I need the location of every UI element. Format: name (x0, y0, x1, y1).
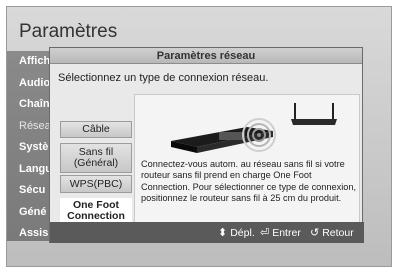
option-wps-pbc[interactable]: WPS(PBC) (60, 175, 132, 193)
info-panel: Connectez-vous autom. au réseau sans fil… (134, 94, 360, 224)
wireless-router-icon (291, 103, 337, 125)
option-cable-label: Câble (82, 123, 110, 135)
hint-return: ↺ Retour (310, 226, 354, 240)
info-text: Connectez-vous autom. au réseau sans fil… (141, 159, 357, 204)
enter-icon: ⏎ (260, 227, 270, 239)
bottom-hint-bar: ⬍ Dépl. ⏎ Entrer ↺ Retour (50, 222, 364, 243)
dialog-title: Paramètres réseau (50, 48, 362, 64)
return-icon: ↺ (310, 227, 320, 239)
hint-enter-label: Entrer (272, 226, 301, 239)
network-settings-dialog: Paramètres réseau Sélectionnez un type d… (49, 47, 364, 243)
hint-move: ⬍ Dépl. (218, 226, 255, 240)
hint-enter: ⏎ Entrer (260, 226, 301, 240)
hint-move-label: Dépl. (230, 226, 255, 239)
signal-waves-icon (242, 118, 276, 152)
option-wireless-label: Sans fil (Général) (73, 146, 119, 169)
page-title: Paramètres (19, 21, 118, 42)
option-wireless-general[interactable]: Sans fil (Général) (60, 143, 132, 173)
option-one-foot-label: One Foot Connection (67, 198, 125, 222)
dialog-subtitle: Sélectionnez un type de connexion réseau… (58, 72, 269, 84)
updown-arrow-icon: ⬍ (218, 227, 228, 239)
hint-return-label: Retour (322, 226, 354, 239)
option-wps-label: WPS(PBC) (69, 177, 123, 190)
option-cable[interactable]: Câble (60, 121, 132, 138)
tv-screen: Paramètres Affich Audio Chaîn Résea Syst… (6, 6, 392, 267)
option-one-foot-connection[interactable]: One Foot Connection (60, 198, 132, 223)
